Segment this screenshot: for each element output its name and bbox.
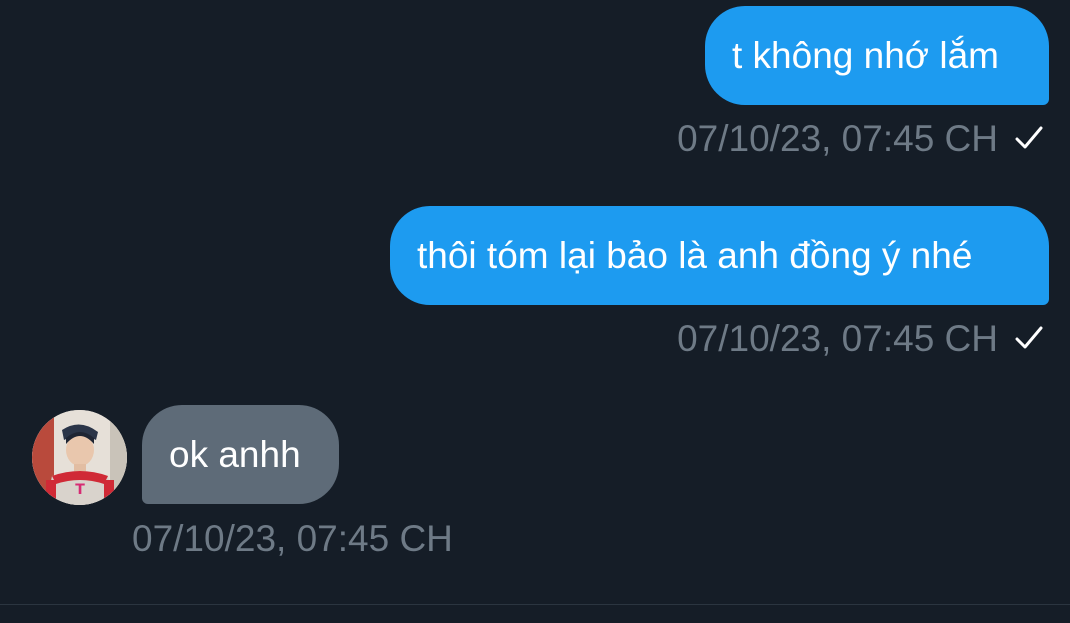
message-meta: 07/10/23, 07:45 CH: [677, 318, 1044, 358]
message-meta: 07/10/23, 07:45 CH: [677, 118, 1044, 158]
check-icon: [1014, 120, 1044, 157]
outgoing-message-bubble[interactable]: t không nhớ lắm: [705, 6, 1049, 105]
message-text: thôi tóm lại bảo là anh đồng ý nhé: [417, 235, 973, 276]
check-icon: [1014, 320, 1044, 357]
message-timestamp: 07/10/23, 07:45 CH: [677, 117, 998, 159]
composer-divider: [0, 604, 1070, 605]
profile-avatar[interactable]: T: [32, 410, 127, 505]
svg-text:T: T: [75, 482, 85, 498]
message-timestamp: 07/10/23, 07:45 CH: [677, 317, 998, 359]
message-meta: 07/10/23, 07:45 CH: [132, 518, 453, 558]
outgoing-message-bubble[interactable]: thôi tóm lại bảo là anh đồng ý nhé: [390, 206, 1049, 305]
incoming-message-bubble[interactable]: ok anhh: [142, 405, 339, 504]
message-text: t không nhớ lắm: [732, 35, 999, 76]
message-timestamp: 07/10/23, 07:45 CH: [132, 517, 453, 559]
message-text: ok anhh: [169, 434, 301, 475]
